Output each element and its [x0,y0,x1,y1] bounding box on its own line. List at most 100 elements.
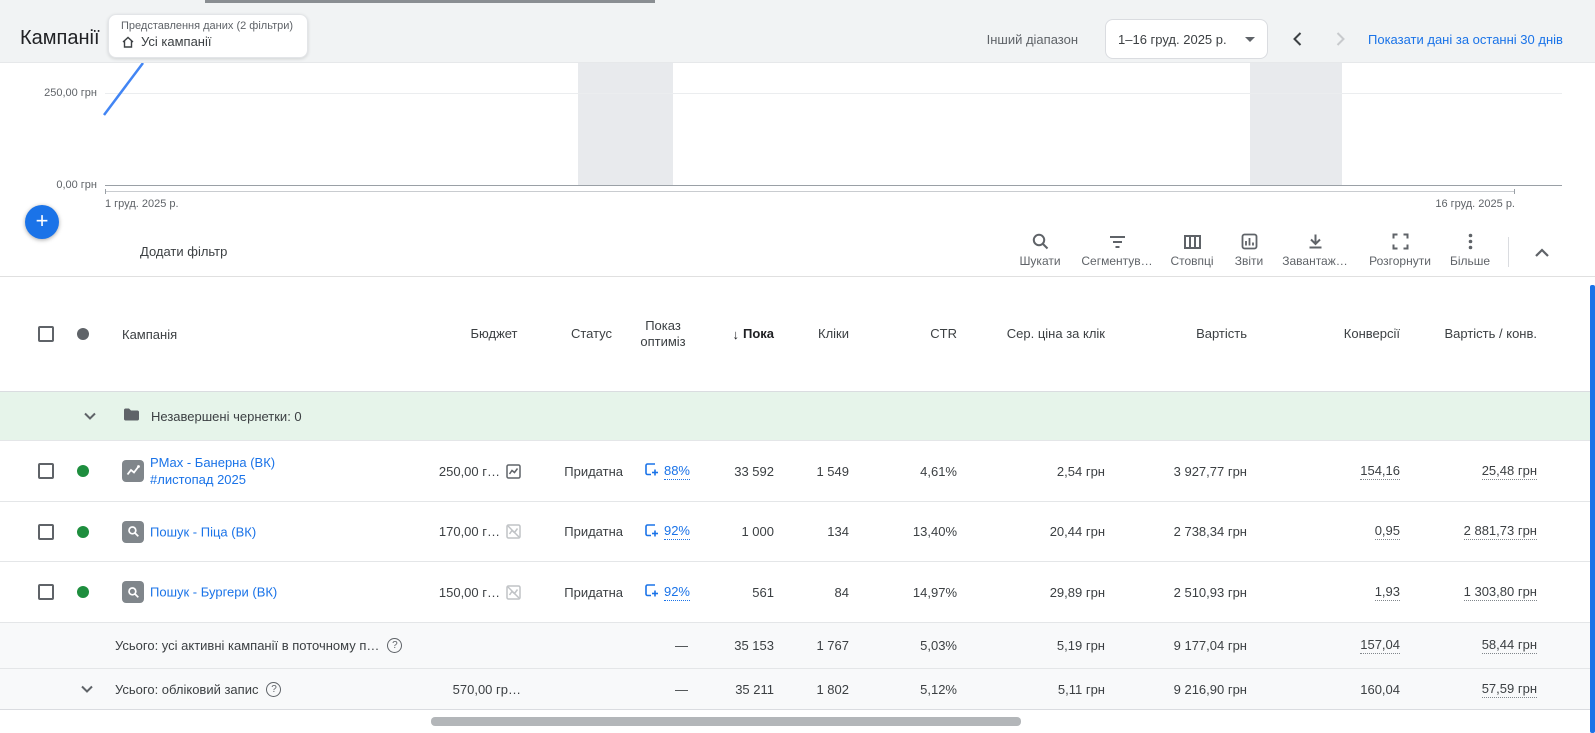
download-button[interactable]: Завантаж… [1269,229,1361,275]
header-opt-score[interactable]: Показ оптиміз [628,277,704,391]
table-row[interactable]: Пошук - Піца (ВК) 170,00 г… Придатна 92%… [0,502,1595,562]
cost-cell: 3 927,77 грн [1121,441,1263,501]
opt-score-cell[interactable]: 92% [628,562,704,622]
avg-cpc-cell: 20,44 грн [973,502,1121,561]
avg-cpc-cell: 29,89 грн [973,562,1121,622]
header-ctr[interactable]: CTR [865,277,973,391]
show-last-30-days-link[interactable]: Показати дані за останні 30 днів [1368,32,1563,47]
totals-label: Усього: усі активні кампанії в поточному… [115,638,379,653]
help-icon[interactable]: ? [387,638,402,653]
clicks-cell: 1 549 [790,441,865,501]
conversions-cell: 1,93 [1263,562,1416,622]
header-impressions-sorted[interactable]: ↓ Пока [704,277,790,391]
campaign-type-search-icon [122,581,144,603]
opt-score-cell: — [628,669,704,709]
shared-budget-chart-icon [506,464,521,479]
row-checkbox[interactable] [38,463,54,479]
budget-cell: 570,00 гр… [433,669,555,709]
segment-icon [1108,229,1127,251]
clicks-cell: 1 767 [790,623,865,668]
totals-active-campaigns-row: Усього: усі активні кампанії в поточному… [0,623,1595,669]
opt-score-value[interactable]: 92% [664,584,690,601]
status-enabled-dot [77,526,89,538]
ctr-cell: 5,12% [865,669,973,709]
horizontal-scrollbar-thumb[interactable] [431,717,1021,726]
add-campaign-button[interactable]: + [25,205,59,239]
cost-per-conv-cell: 25,48 грн [1416,441,1553,501]
impressions-cell: 1 000 [704,502,790,561]
campaign-name-link[interactable]: PMax - Банерна (ВК) #листопад 2025 [150,454,275,488]
date-range-label: Інший діапазон [960,32,1078,47]
status-cell: Придатна [555,562,628,622]
header-cost-per-conv[interactable]: Вартість / конв. [1416,277,1553,391]
select-all-checkbox[interactable] [38,326,54,342]
opt-score-value[interactable]: 92% [664,523,690,540]
drafts-group-row[interactable]: Незавершені чернетки: 0 [0,392,1595,441]
chevron-down-icon[interactable] [83,409,97,424]
campaign-name-link[interactable]: Пошук - Бургери (ВК) [150,584,277,601]
cost-line-series [0,63,1595,225]
caret-down-icon [1245,37,1255,42]
chevron-down-icon[interactable] [80,682,94,697]
cost-per-conv-cell: 58,44 грн [1416,623,1553,668]
vertical-scrollbar[interactable] [1590,285,1595,733]
folder-icon [123,408,140,425]
impressions-cell: 561 [704,562,790,622]
row-checkbox[interactable] [38,584,54,600]
performance-chart: 250,00 грн 0,00 грн 1 груд. 2025 р. 16 г… [0,63,1595,225]
row-checkbox[interactable] [38,524,54,540]
top-horizontal-scrollbar[interactable] [205,0,655,3]
avg-cpc-cell: 2,54 грн [973,441,1121,501]
view-chip-title: Усі кампанії [141,34,211,49]
header-conversions[interactable]: Конверсії [1263,277,1416,391]
status-enabled-dot [77,586,89,598]
opt-score-cell[interactable]: 92% [628,502,704,561]
totals-account-row: Усього: обліковий запис ? 570,00 гр… — 3… [0,669,1595,710]
header-status[interactable]: Статус [555,277,628,391]
data-view-chip[interactable]: Представлення даних (2 фільтри) Усі камп… [108,14,308,58]
table-row[interactable]: PMax - Банерна (ВК) #листопад 2025 250,0… [0,441,1595,502]
header-campaign[interactable]: Кампанія [122,327,177,342]
more-vertical-icon [1461,229,1480,251]
home-icon [121,35,135,49]
avg-cpc-cell: 5,19 грн [973,623,1121,668]
table-row[interactable]: Пошук - Бургери (ВК) 150,00 г… Придатна … [0,562,1595,623]
next-range-button-disabled[interactable] [1330,29,1350,49]
view-chip-subtitle: Представлення даних (2 фільтри) [121,20,295,32]
impressions-cell: 35 211 [704,669,790,709]
header-avg-cpc[interactable]: Сер. ціна за клік [973,277,1121,391]
opt-score-cell[interactable]: 88% [628,441,704,501]
help-icon[interactable]: ? [266,682,281,697]
status-cell: Придатна [555,441,628,501]
conversions-cell: 154,16 [1263,441,1416,501]
optimization-score-icon [644,523,659,541]
campaign-type-pmax-icon [122,460,144,482]
date-range-select[interactable]: 1–16 груд. 2025 р. [1105,19,1268,59]
date-range-value: 1–16 груд. 2025 р. [1118,32,1227,47]
collapse-table-chevron[interactable] [1528,239,1556,267]
more-button[interactable]: Більше [1424,229,1516,275]
budget-cell[interactable]: 170,00 г… [433,502,555,561]
ctr-cell: 13,40% [865,502,973,561]
header-cost[interactable]: Вартість [1121,277,1263,391]
conversions-cell: 160,04 [1263,669,1416,709]
cost-per-conv-cell: 57,59 грн [1416,669,1553,709]
ctr-cell: 14,97% [865,562,973,622]
status-enabled-dot [77,465,89,477]
header-budget[interactable]: Бюджет [433,277,555,391]
prev-range-button[interactable] [1288,29,1308,49]
budget-cell[interactable]: 250,00 г… [433,441,555,501]
cost-per-conv-cell: 1 303,80 грн [1416,562,1553,622]
sort-descending-icon: ↓ [732,327,739,342]
campaign-name-link[interactable]: Пошук - Піца (ВК) [150,523,256,540]
opt-score-value[interactable]: 88% [664,463,690,480]
header-clicks[interactable]: Кліки [790,277,865,391]
ctr-cell: 4,61% [865,441,973,501]
budget-cell[interactable]: 150,00 г… [433,562,555,622]
add-filter-button[interactable]: Додати фільтр [140,225,227,277]
optimization-score-icon [644,462,659,480]
table-toolbar: Додати фільтр Шукати Сегментув… Стовпці … [0,225,1595,277]
toolbar-divider [1508,237,1509,267]
conversions-cell: 0,95 [1263,502,1416,561]
optimization-score-icon [644,583,659,601]
